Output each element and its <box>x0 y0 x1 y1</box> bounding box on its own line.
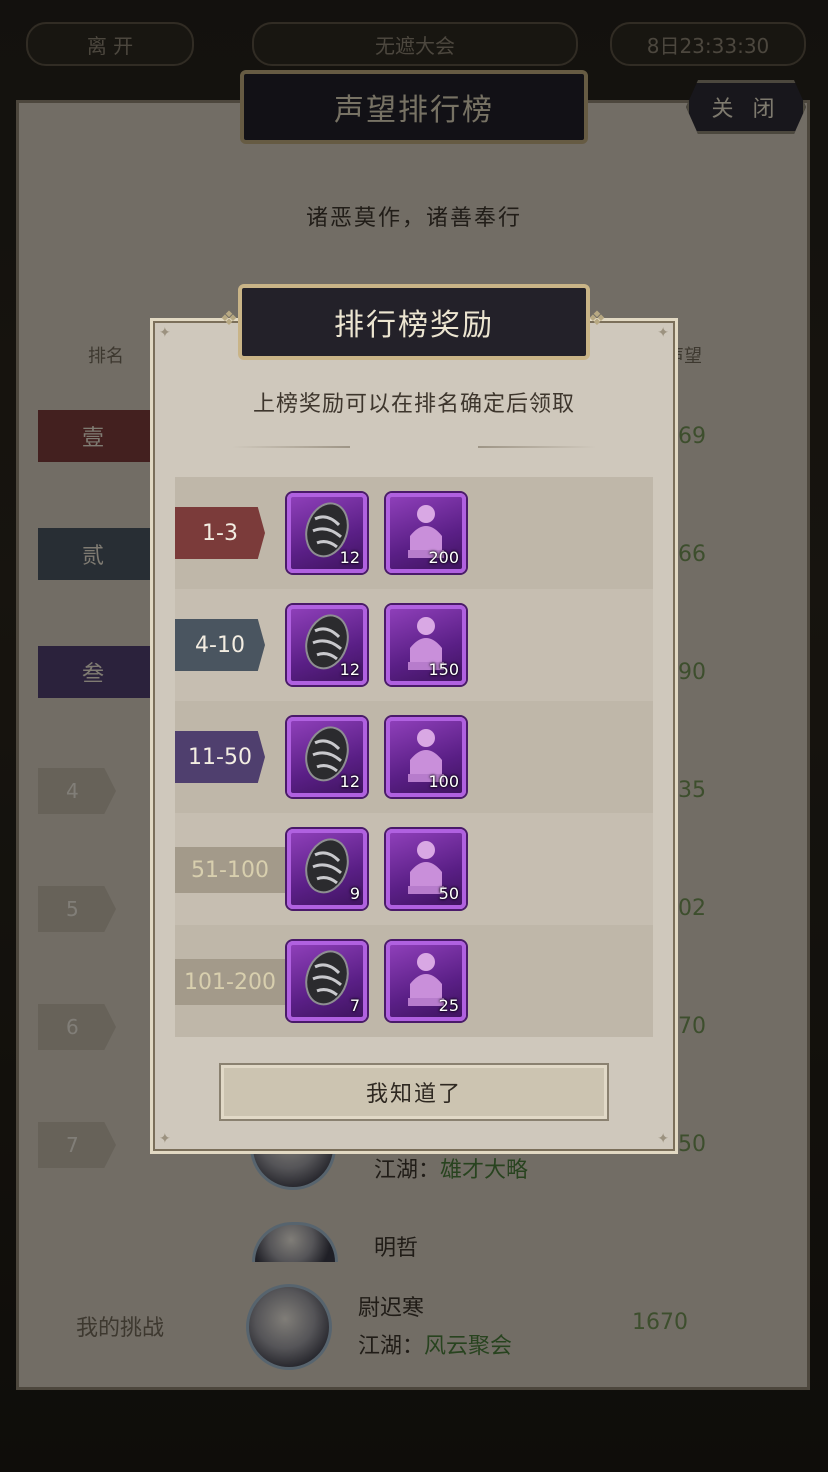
title-ornament-right: ❖ <box>588 306 606 330</box>
reward-item[interactable]: 100 <box>386 717 466 797</box>
corner-ornament: ✦ <box>159 325 171 341</box>
corner-ornament: ✦ <box>159 1131 171 1147</box>
item-count: 100 <box>428 772 459 791</box>
reward-row: 1-3 12 200 <box>175 477 653 589</box>
divider-left <box>232 446 350 448</box>
reward-row: 11-50 12 100 <box>175 701 653 813</box>
modal-title: 排行榜奖励 <box>238 284 590 360</box>
item-count: 12 <box>339 772 360 791</box>
reward-item[interactable]: 12 <box>287 717 367 797</box>
stone-icon <box>305 838 349 894</box>
rank-range-tag: 4-10 <box>175 619 265 671</box>
reward-row: 51-100 9 50 <box>175 813 653 925</box>
rank-range-tag: 11-50 <box>175 731 265 783</box>
reward-row: 101-200 7 25 <box>175 925 653 1037</box>
reward-item[interactable]: 9 <box>287 829 367 909</box>
reward-item[interactable]: 12 <box>287 605 367 685</box>
item-count: 50 <box>438 884 459 903</box>
rank-range-tag: 51-100 <box>175 847 285 893</box>
item-count: 200 <box>428 548 459 567</box>
reward-item[interactable]: 150 <box>386 605 466 685</box>
divider-right <box>478 446 596 448</box>
modal-subtitle: 上榜奖励可以在排名确定后领取 <box>252 392 575 417</box>
reward-item[interactable]: 7 <box>287 941 367 1021</box>
reward-item[interactable]: 200 <box>386 493 466 573</box>
reward-table: 1-3 12 200 4-10 12 150 11-50 12 100 51-1… <box>175 477 653 1037</box>
corner-ornament: ✦ <box>657 1131 669 1147</box>
item-count: 12 <box>339 660 360 679</box>
corner-ornament: ✦ <box>657 325 669 341</box>
reward-item[interactable]: 25 <box>386 941 466 1021</box>
rank-range-tag: 1-3 <box>175 507 265 559</box>
item-count: 25 <box>438 996 459 1015</box>
item-count: 9 <box>349 884 360 903</box>
reward-item[interactable]: 12 <box>287 493 367 573</box>
reward-item[interactable]: 50 <box>386 829 466 909</box>
stone-icon <box>305 950 349 1006</box>
rank-range-tag: 101-200 <box>175 959 285 1005</box>
reward-row: 4-10 12 150 <box>175 589 653 701</box>
item-count: 150 <box>428 660 459 679</box>
confirm-button[interactable]: 我知道了 <box>219 1063 609 1121</box>
item-count: 12 <box>339 548 360 567</box>
item-count: 7 <box>349 996 360 1015</box>
